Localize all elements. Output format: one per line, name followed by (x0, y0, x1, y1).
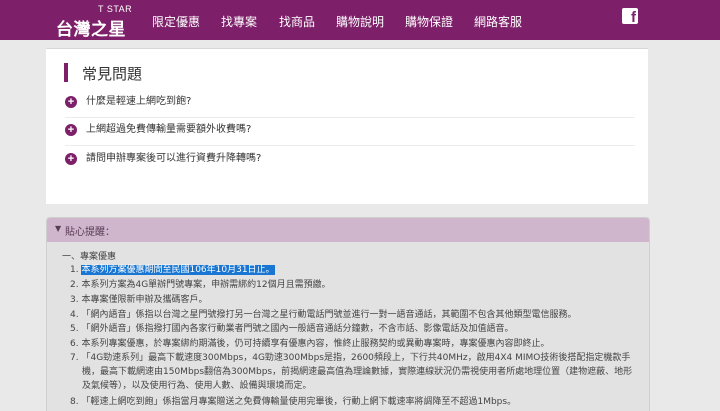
nav-item-find-products[interactable]: 找商品 (279, 13, 315, 30)
faq-divider (65, 117, 635, 118)
nav-item-shopping-guide[interactable]: 購物說明 (336, 13, 384, 30)
notice-line-text: 本系列專案優惠，於專案綁約期滿後，仍可持續享有優惠內容，惟終止服務契約或異動專案… (81, 339, 550, 349)
notice-line-number: 5. (70, 324, 79, 334)
notice-header-label: 貼心提醒： (65, 227, 115, 238)
notice-line-number: 2. (70, 280, 79, 290)
notice-line-6: 6. 本系列專案優惠，於專案綁約期滿後，仍可持續享有優惠內容，惟終止服務契約或異… (70, 338, 549, 350)
facebook-glyph: f (631, 9, 636, 26)
notice-line-number: 8. (70, 397, 79, 407)
notice-line-text: 「網外語音」係指撥打國內各家行動業者門號之國內一般語音通話分鐘數，不含市話、影像… (81, 324, 514, 334)
nav-item-online-service[interactable]: 網路客服 (474, 13, 522, 30)
nav-item-limited-offers[interactable]: 限定優惠 (152, 13, 200, 30)
notice-line-7-cont-1: 機，最高下載網速由150Mbps翻倍為300Mbps，前揭網速最高值為理論數據，… (82, 366, 632, 378)
notice-line-text: 及氣候等），以及使用行為、使用人數、設備與環境而定。 (82, 381, 312, 391)
notice-line-number: 7. (70, 353, 79, 363)
plus-icon: + (65, 96, 77, 108)
notice-header[interactable]: ▼ 貼心提醒： (47, 218, 649, 242)
plus-icon: + (65, 153, 77, 165)
notice-line-text-selected: 本系列方案優惠期間至民國106年10月31日止。 (81, 265, 275, 275)
faq-divider (65, 145, 635, 146)
notice-line-number: 6. (70, 339, 79, 349)
notice-line-text: 機，最高下載網速由150Mbps翻倍為300Mbps，前揭網速最高值為理論數據，… (82, 367, 633, 377)
notice-line-3: 3. 本專案僅限新申辦及攜碼客戶。 (70, 294, 207, 306)
faq-question: 上網超過免費傳輸量需要額外收費嗎? (86, 124, 252, 135)
plus-icon: + (65, 124, 77, 136)
notice-line-5: 5. 「網外語音」係指撥打國內各家行動業者門號之國內一般語音通話分鐘數，不含市話… (70, 323, 513, 335)
notice-line-number: 3. (70, 295, 79, 305)
top-navbar: T STAR 台灣之星 限定優惠 找專案 找商品 購物說明 購物保證 網路客服 … (0, 0, 720, 40)
faq-question: 什麼是輕速上網吃到飽? (86, 96, 192, 107)
notice-line-4: 4. 「網內語音」係指以台灣之星門號撥打另一台灣之星行動電話門號並進行一對一語音… (70, 309, 576, 321)
brand-logo-name: 台灣之星 (56, 20, 126, 40)
notice-line-text: 本專案僅限新申辦及攜碼客戶。 (81, 295, 208, 305)
faq-title: 常見問題 (82, 65, 143, 83)
notice-line-8: 8. 「輕速上網吃到飽」係指當月專案贈送之免費傳輸量使用完畢後，行動上網下載速率… (70, 396, 516, 408)
notice-line-7: 7. 「4G勁速系列」最高下載速度300Mbps，4G勁速300Mbps是指，2… (70, 352, 630, 364)
faq-question: 請問申辦專案後可以進行資費升降轉嗎? (86, 153, 262, 164)
notice-line-number: 1. (70, 265, 79, 275)
faq-title-accent-bar (64, 63, 68, 82)
nav-item-shopping-guarantee[interactable]: 購物保證 (405, 13, 453, 30)
notice-line-text: 「4G勁速系列」最高下載速度300Mbps，4G勁速300Mbps是指，2600… (81, 353, 631, 363)
notice-line-text: 「輕速上網吃到飽」係指當月專案贈送之免費傳輸量使用完畢後，行動上網下載速率將調降… (81, 397, 517, 407)
notice-line-text: 「網內語音」係指以台灣之星門號撥打另一台灣之星行動電話門號並進行一對一語音通話，… (81, 310, 577, 320)
faq-item-2[interactable]: + 上網超過免費傳輸量需要額外收費嗎? (65, 123, 635, 139)
notice-line-text: 本系列方案為4G單辦門號專案，申辦需綁約12個月且需預繳。 (81, 280, 331, 290)
notice-line-2: 2. 本系列方案為4G單辦門號專案，申辦需綁約12個月且需預繳。 (70, 279, 331, 291)
brand-logo-small-text: T STAR (98, 4, 133, 14)
faq-item-1[interactable]: + 什麼是輕速上網吃到飽? (65, 95, 635, 111)
faq-item-3[interactable]: + 請問申辦專案後可以進行資費升降轉嗎? (65, 152, 635, 168)
notice-line-number: 4. (70, 310, 79, 320)
facebook-icon[interactable]: f (622, 8, 638, 26)
notice-line-1: 1. 本系列方案優惠期間至民國106年10月31日止。 (70, 264, 275, 276)
nav-item-find-plans[interactable]: 找專案 (221, 13, 257, 30)
notice-section-title: 一、專案優惠 (62, 252, 117, 262)
notice-line-7-cont-2: 及氣候等），以及使用行為、使用人數、設備與環境而定。 (82, 380, 312, 392)
triangle-down-icon: ▼ (55, 224, 62, 233)
